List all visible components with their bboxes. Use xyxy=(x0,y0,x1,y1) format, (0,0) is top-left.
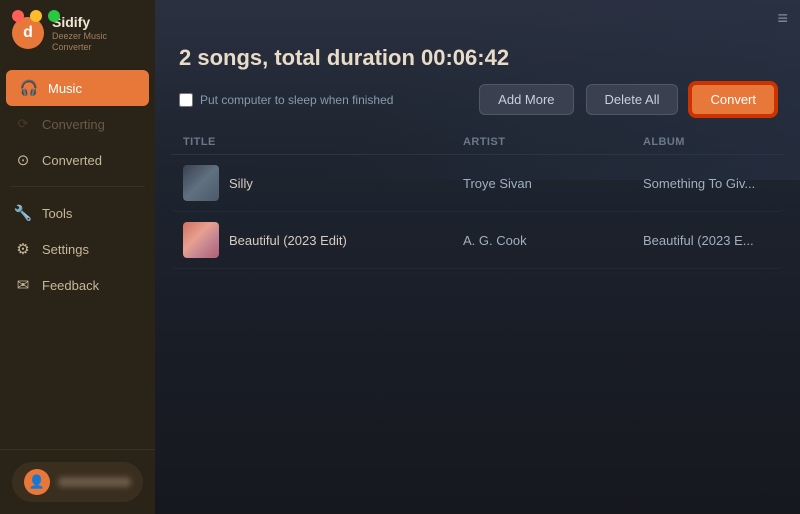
content-header: 2 songs, total duration 00:06:42 xyxy=(155,29,800,83)
nav-separator xyxy=(10,186,145,187)
track-album: Beautiful (2023 E... xyxy=(643,233,800,248)
converted-icon: ⊙ xyxy=(14,151,32,169)
menu-icon[interactable]: ≡ xyxy=(777,8,788,29)
track-thumbnail xyxy=(183,165,219,201)
sidebar-item-tools[interactable]: 🔧 Tools xyxy=(0,195,155,231)
feedback-icon: ✉ xyxy=(14,276,32,294)
close-button[interactable] xyxy=(12,10,24,22)
track-artist: A. G. Cook xyxy=(463,233,643,248)
sleep-option: Put computer to sleep when finished xyxy=(179,93,467,107)
window-bar: ≡ xyxy=(155,0,800,29)
delete-all-button[interactable]: Delete All xyxy=(586,84,679,115)
sidebar-item-converting: ⟳ Converting xyxy=(0,106,155,142)
avatar: 👤 xyxy=(24,469,50,495)
sidebar-nav: 🎧 Music ⟳ Converting ⊙ Converted 🔧 Tools… xyxy=(0,70,155,449)
table-row[interactable]: Silly Troye Sivan Something To Giv... 03… xyxy=(171,155,784,212)
sidebar-bottom: 👤 xyxy=(0,449,155,514)
total-duration: 2 songs, total duration 00:06:42 xyxy=(179,45,776,71)
sidebar-item-settings[interactable]: ⚙ Settings xyxy=(0,231,155,267)
col-title: TITLE xyxy=(183,136,463,148)
minimize-button[interactable] xyxy=(30,10,42,22)
table-header: TITLE ARTIST ALBUM DURATION xyxy=(171,130,784,155)
sidebar-item-music[interactable]: 🎧 Music xyxy=(6,70,149,106)
user-name xyxy=(58,477,131,487)
window-controls xyxy=(12,10,60,22)
headphones-icon: 🎧 xyxy=(20,79,38,97)
track-title: Silly xyxy=(229,176,253,191)
table-row[interactable]: Beautiful (2023 Edit) A. G. Cook Beautif… xyxy=(171,212,784,269)
convert-button[interactable]: Convert xyxy=(690,83,776,116)
maximize-button[interactable] xyxy=(48,10,60,22)
sidebar-item-feedback[interactable]: ✉ Feedback xyxy=(0,267,155,303)
track-cell: Silly xyxy=(183,165,463,201)
track-artist: Troye Sivan xyxy=(463,176,643,191)
add-more-button[interactable]: Add More xyxy=(479,84,573,115)
app-name: Sidify xyxy=(52,14,143,31)
sidebar-item-converted[interactable]: ⊙ Converted xyxy=(0,142,155,178)
songs-table: TITLE ARTIST ALBUM DURATION Silly Troye … xyxy=(155,130,800,514)
main-content-area: ≡ 2 songs, total duration 00:06:42 Put c… xyxy=(155,0,800,514)
main-content: ≡ 2 songs, total duration 00:06:42 Put c… xyxy=(155,0,800,514)
track-cell: Beautiful (2023 Edit) xyxy=(183,222,463,258)
col-album: ALBUM xyxy=(643,136,800,148)
settings-icon: ⚙ xyxy=(14,240,32,258)
converting-icon: ⟳ xyxy=(14,115,32,133)
tools-icon: 🔧 xyxy=(14,204,32,222)
col-artist: ARTIST xyxy=(463,136,643,148)
track-thumbnail xyxy=(183,222,219,258)
sleep-checkbox[interactable] xyxy=(179,93,193,107)
app-subtitle: Deezer Music Converter xyxy=(52,31,143,53)
app-name-block: Sidify Deezer Music Converter xyxy=(52,14,143,52)
sleep-label: Put computer to sleep when finished xyxy=(200,93,393,107)
sidebar: d Sidify Deezer Music Converter 🎧 Music … xyxy=(0,0,155,514)
track-title: Beautiful (2023 Edit) xyxy=(229,233,347,248)
user-profile[interactable]: 👤 xyxy=(12,462,143,502)
track-album: Something To Giv... xyxy=(643,176,800,191)
action-bar: Put computer to sleep when finished Add … xyxy=(155,83,800,130)
